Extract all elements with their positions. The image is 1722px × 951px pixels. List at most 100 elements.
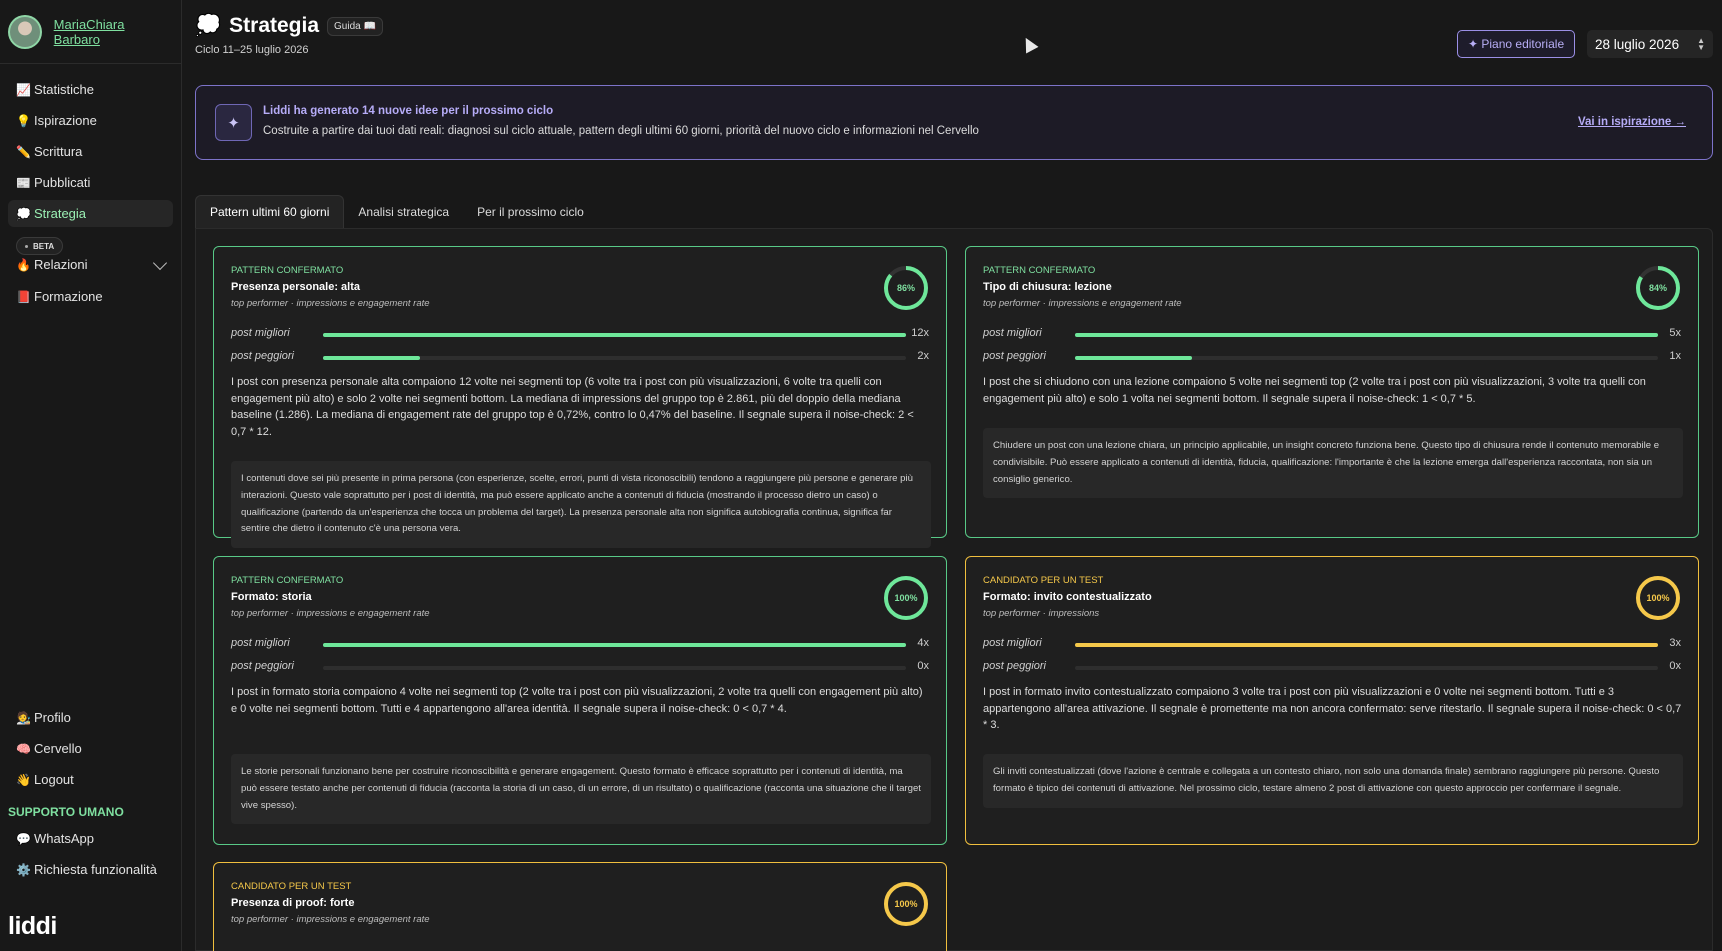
main-content: 💭 Strategia Guida 📖 Ciclo 11–25 luglio 2… xyxy=(195,0,1713,951)
bar-value: 12x xyxy=(911,327,929,339)
nav-label: Strategia xyxy=(34,206,87,221)
bar-label: post migliori xyxy=(983,637,1042,649)
nav-item-formazione[interactable]: 📕 Formazione xyxy=(8,283,173,310)
gear-icon: ⚙️ xyxy=(16,862,31,877)
card-meta: top performer · impressions e engagement… xyxy=(231,914,430,925)
guide-button[interactable]: Guida 📖 xyxy=(327,16,383,36)
tab-pattern-60-giorni[interactable]: Pattern ultimi 60 giorni xyxy=(195,195,345,228)
brain-icon: 🧠 xyxy=(16,741,31,756)
card-title: Formato: invito contestualizzato xyxy=(983,591,1152,603)
bar-label: post migliori xyxy=(983,327,1042,339)
bar-label: post peggiori xyxy=(983,660,1046,672)
bar-value: 3x xyxy=(1669,637,1681,649)
main-nav: 📈 Statistiche 💡 Ispirazione ✏️ Scrittura 📰 P… xyxy=(0,64,181,310)
nav-label: Logout xyxy=(34,772,74,787)
card-meta: top performer · impressions e engagement… xyxy=(231,608,430,619)
score-percent: 100% xyxy=(1646,593,1670,603)
nav-label: Scrittura xyxy=(34,144,83,159)
bar-value: 1x xyxy=(1669,350,1681,362)
card-body: I post che si chiudono con una lezione c… xyxy=(983,376,1646,405)
sidebar: MariaChiara Barbaro 📈 Statistiche 💡 Ispira… xyxy=(0,0,182,951)
avatar[interactable] xyxy=(8,14,42,49)
lightbulb-icon: 💡 xyxy=(16,113,31,128)
wave-icon: 👋 xyxy=(16,772,31,787)
nav-label: Cervello xyxy=(34,741,82,756)
card-meta: top performer · impressions e engagement… xyxy=(231,298,430,309)
pattern-card: PATTERN CONFERMATO Formato: storia top p… xyxy=(213,556,947,845)
score-percent: 100% xyxy=(894,899,918,909)
best-posts-bar: post migliori 4x xyxy=(231,637,929,651)
pattern-card: CANDIDATO PER UN TEST Presenza di proof:… xyxy=(213,862,947,951)
relazioni-group[interactable]: BETA 🔥 Relazioni xyxy=(8,231,173,279)
nav-item-richiesta-funzionalita[interactable]: ⚙️ Richiesta funzionalità xyxy=(8,856,174,883)
bar-label: post migliori xyxy=(231,327,290,339)
bar-label: post peggiori xyxy=(983,350,1046,362)
cycle-subtitle: Ciclo 11–25 luglio 2026 xyxy=(195,44,309,56)
nav-label: Relazioni xyxy=(34,257,88,272)
fire-icon: 🔥 xyxy=(16,257,31,272)
bar-value: 0x xyxy=(917,660,929,672)
worst-posts-bar: post peggiori 0x xyxy=(231,660,929,674)
card-note: Gli inviti contestualizzati (dove l'azio… xyxy=(983,754,1683,808)
nav-label: Ispirazione xyxy=(34,113,97,128)
card-note: I contenuti dove sei più presente in pri… xyxy=(231,461,931,549)
bar-fill xyxy=(1075,643,1658,647)
bar-fill xyxy=(323,643,906,647)
sparkle-icon: ✦ xyxy=(215,104,252,141)
nav-item-logout[interactable]: 👋 Logout xyxy=(8,766,174,793)
banner-description: Costruite a partire dai tuoi dati reali:… xyxy=(263,125,979,137)
tab-bar: Pattern ultimi 60 giorni Analisi strateg… xyxy=(195,195,598,228)
go-to-inspiration-link[interactable]: Vai in ispirazione → xyxy=(1578,116,1686,128)
bar-track xyxy=(1075,666,1658,670)
chevron-down-icon[interactable] xyxy=(152,255,168,271)
bar-label: post peggiori xyxy=(231,350,294,362)
support-title: SUPPORTO UMANO xyxy=(8,805,124,819)
card-title: Formato: storia xyxy=(231,591,312,603)
bar-fill xyxy=(323,333,906,337)
bar-value: 2x xyxy=(917,350,929,362)
nav-label: Pubblicati xyxy=(34,175,91,190)
nav-item-cervello[interactable]: 🧠 Cervello xyxy=(8,735,174,762)
nav-item-profilo[interactable]: 🧑‍🎨 Profilo xyxy=(8,704,174,731)
worst-posts-bar: post peggiori 0x xyxy=(983,660,1681,674)
user-profile[interactable]: MariaChiara Barbaro xyxy=(0,0,181,64)
dot-icon xyxy=(25,244,28,248)
score-percent: 100% xyxy=(894,593,918,603)
book-icon: 📕 xyxy=(16,289,31,304)
bar-value: 4x xyxy=(917,637,929,649)
speech-bubble-icon: 💬 xyxy=(16,831,31,846)
nav-item-strategia[interactable]: 💭 Strategia xyxy=(8,200,173,227)
nav-label: Richiesta funzionalità xyxy=(34,862,157,877)
chart-icon: 📈 xyxy=(16,82,31,97)
nav-item-relazioni[interactable]: 🔥 Relazioni xyxy=(16,257,87,272)
card-title: Presenza personale: alta xyxy=(231,281,361,293)
date-select[interactable]: 28 luglio 2026 ▲ ▼ xyxy=(1587,30,1713,58)
card-body: I post con presenza personale alta compa… xyxy=(231,376,914,438)
nav-item-ispirazione[interactable]: 💡 Ispirazione xyxy=(8,107,173,134)
artist-icon: 🧑‍🎨 xyxy=(16,710,31,725)
user-name-link[interactable]: MariaChiara Barbaro xyxy=(54,17,173,47)
tab-analisi-strategica[interactable]: Analisi strategica xyxy=(344,195,463,228)
best-posts-bar: post migliori 3x xyxy=(983,637,1681,651)
card-note: Le storie personali funzionano bene per … xyxy=(231,754,931,825)
card-status-label: PATTERN CONFERMATO xyxy=(231,265,344,276)
tab-prossimo-ciclo[interactable]: Per il prossimo ciclo xyxy=(463,195,598,228)
card-status-label: PATTERN CONFERMATO xyxy=(231,575,344,586)
piano-editoriale-button[interactable]: ✦ Piano editoriale xyxy=(1457,30,1576,58)
score-percent: 84% xyxy=(1648,283,1667,293)
nav-item-scrittura[interactable]: ✏️ Scrittura xyxy=(8,138,173,165)
nav-item-pubblicati[interactable]: 📰 Pubblicati xyxy=(8,169,173,196)
nav-label: Profilo xyxy=(34,710,71,725)
nav-label: Formazione xyxy=(34,289,103,304)
bar-track xyxy=(323,666,906,670)
card-note: Chiudere un post con una lezione chiara,… xyxy=(983,428,1683,499)
card-body: I post in formato storia compaiono 4 vol… xyxy=(231,686,923,715)
nav-label: Statistiche xyxy=(34,82,94,97)
page-header: 💭 Strategia Guida 📖 Ciclo 11–25 luglio 2… xyxy=(195,14,383,56)
card-status-label: PATTERN CONFERMATO xyxy=(983,265,1096,276)
bar-label: post migliori xyxy=(231,637,290,649)
mouse-cursor-icon xyxy=(1019,34,1039,54)
bar-fill xyxy=(323,356,421,360)
nav-item-whatsapp[interactable]: 💬 WhatsApp xyxy=(8,825,174,852)
nav-item-statistiche[interactable]: 📈 Statistiche xyxy=(8,76,173,103)
